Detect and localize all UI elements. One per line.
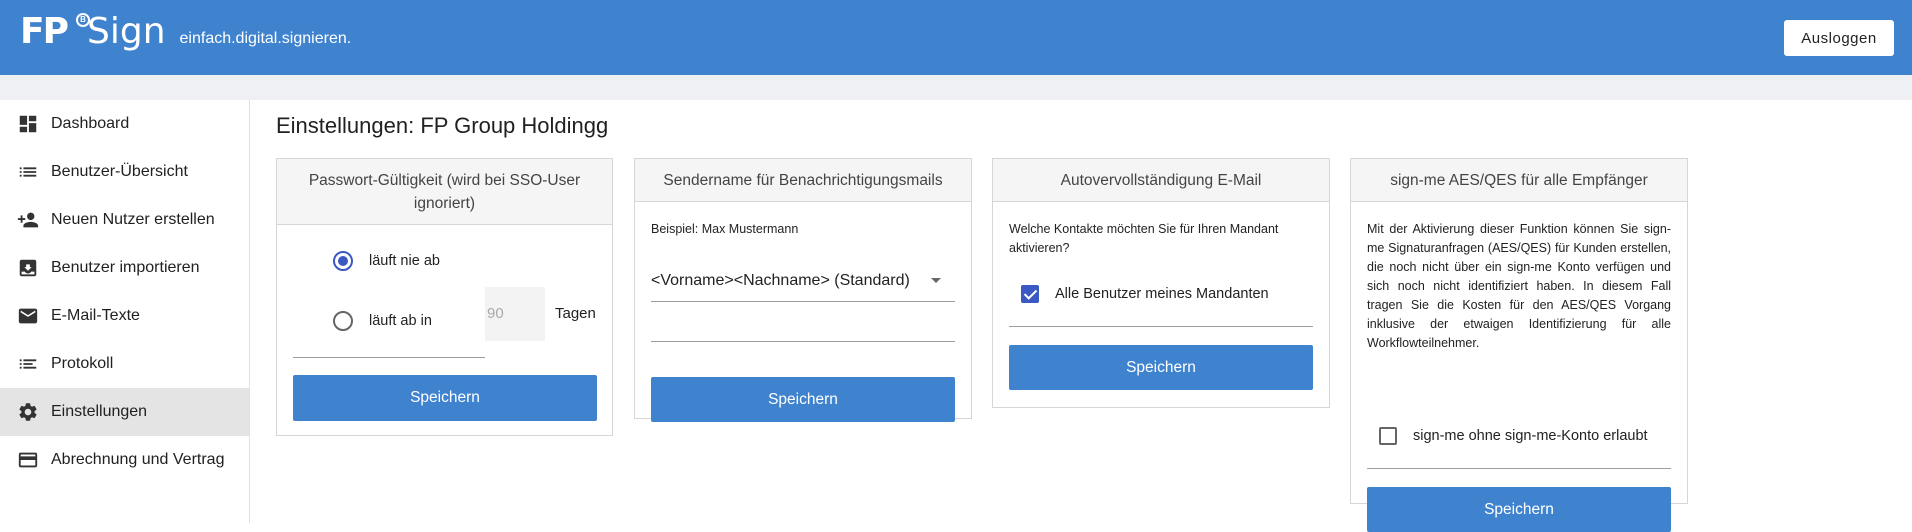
card-title: Sendername für Benachrichtigungsmails	[635, 159, 971, 202]
days-input[interactable]: 90	[485, 287, 545, 341]
logout-button[interactable]: Ausloggen	[1784, 20, 1894, 56]
logo-sign-text: Sign	[86, 11, 166, 52]
sender-name-input[interactable]	[651, 308, 955, 342]
radio-never-expires-label: läuft nie ab	[369, 253, 440, 269]
dashboard-icon	[17, 113, 39, 135]
import-icon	[17, 257, 39, 279]
autocomplete-divider	[1009, 326, 1313, 327]
sender-name-select[interactable]: <Vorname><Nachname> (Standard)	[651, 260, 955, 302]
days-unit-label: Tagen	[555, 305, 596, 322]
list-icon	[17, 161, 39, 183]
signme-card: sign-me AES/QES für alle Empfänger Mit d…	[1350, 158, 1688, 532]
sidebar-item-label: Benutzer-Übersicht	[51, 163, 188, 180]
all-users-checkbox-label: Alle Benutzer meines Mandanten	[1055, 286, 1269, 302]
sidebar-item-label: Dashboard	[51, 115, 130, 132]
sidebar-item-create-user[interactable]: Neuen Nutzer erstellen	[0, 196, 249, 244]
sidebar-item-dashboard[interactable]: Dashboard	[0, 100, 249, 148]
password-validity-card: Passwort-Gültigkeit (wird bei SSO-User i…	[276, 158, 613, 436]
signme-checkbox-row[interactable]: sign-me ohne sign-me-Konto erlaubt	[1379, 427, 1648, 445]
chevron-down-icon	[931, 278, 941, 283]
password-save-button[interactable]: Speichern	[293, 375, 597, 421]
sidebar-item-label: Benutzer importieren	[51, 259, 200, 276]
signme-description: Mit der Aktivierung dieser Funktion könn…	[1367, 222, 1671, 350]
person-add-icon	[17, 209, 39, 231]
sidebar-item-billing[interactable]: Abrechnung und Vertrag	[0, 436, 249, 484]
radio-expires-in[interactable]: läuft ab in	[333, 309, 432, 333]
expiry-divider	[293, 357, 485, 358]
radio-never-expires-button[interactable]	[333, 251, 353, 271]
all-users-checkbox-row[interactable]: Alle Benutzer meines Mandanten	[1021, 285, 1269, 303]
sender-name-select-value: <Vorname><Nachname> (Standard)	[651, 271, 910, 289]
sidebar-item-label: Abrechnung und Vertrag	[51, 451, 225, 468]
sidebar-item-settings[interactable]: Einstellungen	[0, 388, 249, 436]
logo-tagline: einfach.digital.signieren.	[179, 30, 352, 47]
autocomplete-save-button[interactable]: Speichern	[1009, 345, 1313, 390]
card-title: Passwort-Gültigkeit (wird bei SSO-User i…	[277, 159, 612, 225]
sidebar-nav: Dashboard Benutzer-Übersicht Neuen Nutze…	[0, 100, 250, 523]
logo-registered-mark: B	[76, 13, 90, 27]
sender-save-button[interactable]: Speichern	[651, 377, 955, 422]
sidebar-item-label: Einstellungen	[51, 403, 148, 420]
sender-hint: Beispiel: Max Mustermann	[651, 222, 799, 236]
card-title: sign-me AES/QES für alle Empfänger	[1351, 159, 1687, 202]
autocomplete-card: Autovervollständigung E-Mail Welche Kont…	[992, 158, 1330, 408]
sidebar-item-protocol[interactable]: Protokoll	[0, 340, 249, 388]
page-title: Einstellungen: FP Group Holdingg	[276, 113, 609, 138]
autocomplete-hint: Welche Kontakte möchten Sie für Ihren Ma…	[1009, 222, 1279, 255]
sidebar-item-label: E-Mail-Texte	[51, 307, 140, 324]
sidebar-item-import-users[interactable]: Benutzer importieren	[0, 244, 249, 292]
signme-checkbox[interactable]	[1379, 427, 1397, 445]
logo-fp-text: FP	[20, 11, 69, 52]
credit-card-icon	[17, 449, 39, 471]
radio-expires-in-label: läuft ab in	[369, 313, 432, 329]
radio-expires-in-button[interactable]	[333, 311, 353, 331]
signme-divider	[1367, 468, 1671, 469]
log-icon	[17, 353, 39, 375]
card-title: Autovervollständigung E-Mail	[993, 159, 1329, 202]
sidebar-item-label: Neuen Nutzer erstellen	[51, 211, 215, 228]
all-users-checkbox[interactable]	[1021, 285, 1039, 303]
radio-never-expires[interactable]: läuft nie ab	[333, 249, 440, 273]
sender-name-card: Sendername für Benachrichtigungsmails Be…	[634, 158, 972, 422]
sidebar-item-label: Protokoll	[51, 355, 114, 372]
signme-checkbox-label: sign-me ohne sign-me-Konto erlaubt	[1413, 428, 1648, 444]
gear-icon	[17, 401, 39, 423]
sidebar-item-email-texts[interactable]: E-Mail-Texte	[0, 292, 249, 340]
top-bar: FP B Sign einfach.digital.signieren. Aus…	[0, 0, 1912, 75]
mail-icon	[17, 305, 39, 327]
header-strip	[0, 75, 1912, 100]
app-logo[interactable]: FP B Sign einfach.digital.signieren.	[20, 12, 351, 52]
sidebar-item-user-overview[interactable]: Benutzer-Übersicht	[0, 148, 249, 196]
signme-save-button[interactable]: Speichern	[1367, 487, 1671, 532]
